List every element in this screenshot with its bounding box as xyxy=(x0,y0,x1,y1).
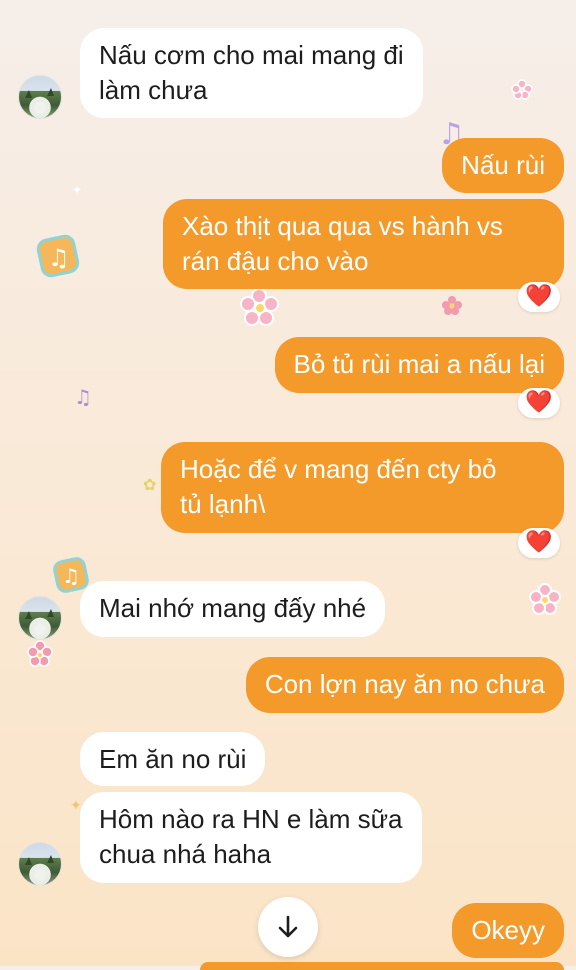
message-text: Nấu rùi xyxy=(461,150,545,180)
message-text-line: tủ lạnh\ xyxy=(180,489,266,519)
music-note-icon: ♫ xyxy=(36,234,80,278)
heart-reaction[interactable]: ❤️ xyxy=(518,282,560,312)
flower-icon xyxy=(511,79,533,100)
message-text-line: Nấu cơm cho mai mang đi xyxy=(99,40,404,70)
music-note-icon: ♫ xyxy=(53,557,89,593)
svg-text:♫: ♫ xyxy=(48,244,70,272)
red-heart-icon: ❤️ xyxy=(525,390,553,415)
flower-icon xyxy=(442,296,462,315)
heart-reaction[interactable]: ❤️ xyxy=(518,528,560,558)
heart-reaction[interactable]: ❤️ xyxy=(518,388,560,418)
arrow-down-icon xyxy=(278,915,298,938)
flower-icon xyxy=(240,288,279,326)
message-text-line: Xào thịt qua qua vs hành vs xyxy=(182,211,503,241)
music-note-icon: ♫ xyxy=(74,385,92,409)
message-text: Mai nhớ mang đấy nhé xyxy=(99,593,367,623)
star-icon: ✦ xyxy=(72,183,82,197)
message-text-line: Hôm nào ra HN e làm sữa xyxy=(99,804,403,834)
next-message-edge xyxy=(200,962,564,970)
outgoing-message-bubble[interactable]: Bỏ tủ rùi mai a nấu lại xyxy=(274,337,564,393)
red-heart-icon: ❤️ xyxy=(525,530,553,555)
outgoing-message-bubble[interactable]: Con lợn nay ăn no chưa xyxy=(245,657,564,713)
scroll-to-bottom-button[interactable] xyxy=(258,897,318,957)
message-text: Bỏ tủ rùi mai a nấu lại xyxy=(293,349,545,379)
message-text-line: Hoặc để v mang đến cty bỏ xyxy=(180,454,497,484)
incoming-message-bubble[interactable]: Nấu cơm cho mai mang đi làm chưa xyxy=(80,28,423,118)
incoming-message-bubble[interactable]: Hôm nào ra HN e làm sữa chua nhá haha xyxy=(80,792,422,883)
flower-icon xyxy=(529,583,561,615)
flower-icon xyxy=(27,640,53,667)
message-text-line: rán đậu cho vào xyxy=(182,246,369,276)
message-text-line: làm chưa xyxy=(99,75,208,105)
contact-avatar[interactable] xyxy=(18,842,62,886)
outgoing-message-bubble[interactable]: Nấu rùi xyxy=(442,138,564,193)
contact-avatar[interactable] xyxy=(18,75,62,119)
clover-icon: ✿ xyxy=(143,475,156,494)
message-text: Okeyy xyxy=(471,915,545,945)
message-text: Em ăn no rùi xyxy=(99,744,247,774)
incoming-message-bubble[interactable]: Em ăn no rùi xyxy=(80,732,266,786)
contact-avatar[interactable] xyxy=(18,596,62,640)
outgoing-message-bubble[interactable]: Hoặc để v mang đến cty bỏ tủ lạnh\ xyxy=(161,442,564,533)
outgoing-message-bubble[interactable]: Okeyy xyxy=(452,903,564,958)
red-heart-icon: ❤️ xyxy=(525,284,553,309)
svg-text:♫: ♫ xyxy=(62,564,80,588)
message-text: Con lợn nay ăn no chưa xyxy=(264,669,545,699)
incoming-message-bubble[interactable]: Mai nhớ mang đấy nhé xyxy=(80,581,386,637)
outgoing-message-bubble[interactable]: Xào thịt qua qua vs hành vs rán đậu cho … xyxy=(163,199,564,289)
message-text-line: chua nhá haha xyxy=(99,839,272,869)
